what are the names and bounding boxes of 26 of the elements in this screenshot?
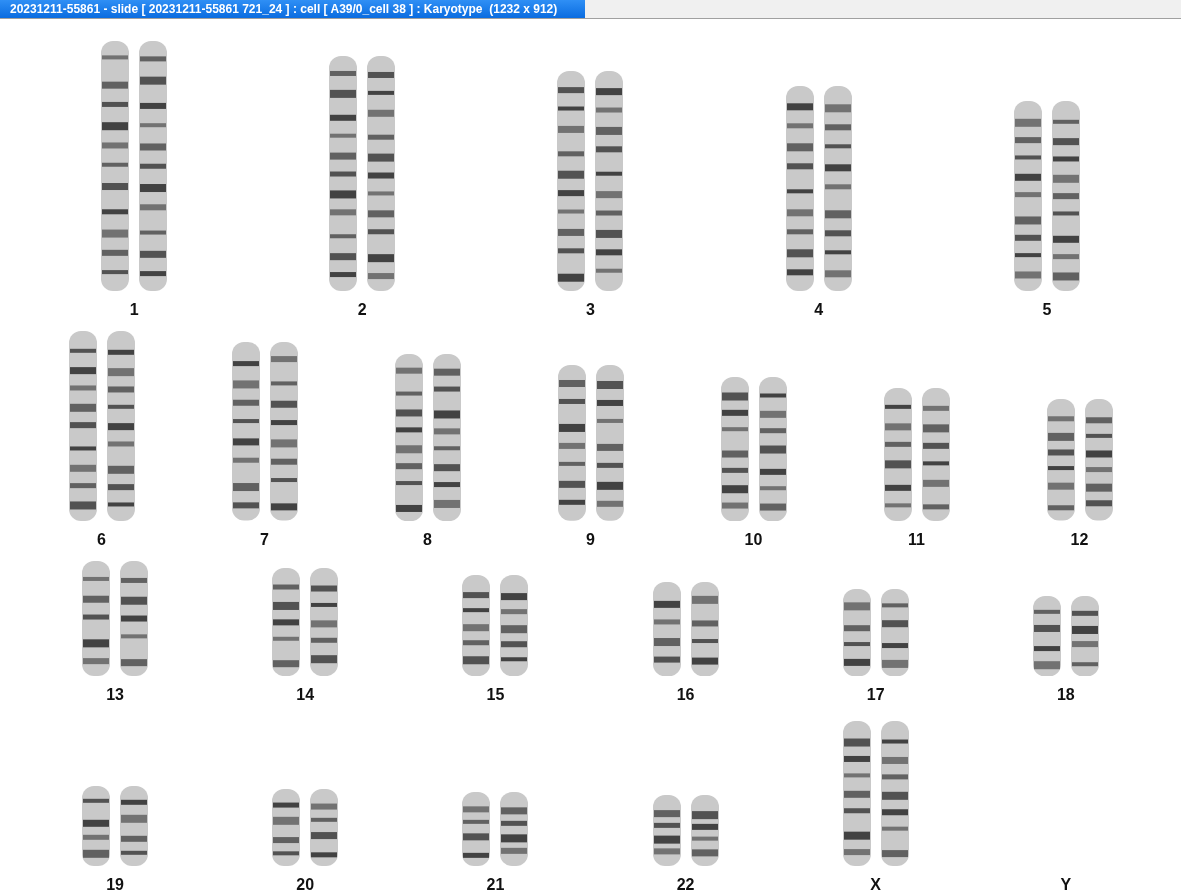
chromosome-number: 18 [1056,686,1075,704]
chromosome-number: 7 [260,531,269,549]
chromosome-number: X [870,876,882,893]
window-title: 20231211-55861 - slide [ 20231211-55861 721_24 ] : cell [ A39/0_cell 38 ] : Karyotype (1232 x 912) [0,0,585,18]
chromosome-number: 15 [486,686,505,704]
chromosome-number: 9 [586,531,595,549]
chromosome-number: 1 [129,301,139,319]
chromosome-number: 5 [1042,301,1052,319]
chromosome-number: 4 [814,301,824,319]
chromosome-number: 14 [296,686,315,704]
chromosome-number: 10 [744,531,763,549]
chromosome-number: 12 [1070,531,1089,549]
chromosome-number: 16 [676,686,695,704]
chromosome-pair-drawing [650,795,721,866]
chromosome-number: 17 [866,686,885,704]
chromosome-number: 19 [106,876,124,893]
chromosome-number: 3 [586,301,595,319]
chromosome-number: 21 [486,876,505,893]
chromosome-number: 11 [908,531,925,549]
chromosome-number: Y [1060,876,1072,893]
chromosome-number: 2 [357,301,367,319]
chromosome-number: 13 [106,686,124,704]
chromosome-number: 22 [676,876,695,893]
chromosome-number: 8 [423,531,432,549]
chromosome-number: 20 [296,876,315,893]
chromosome-number: 6 [97,531,106,549]
